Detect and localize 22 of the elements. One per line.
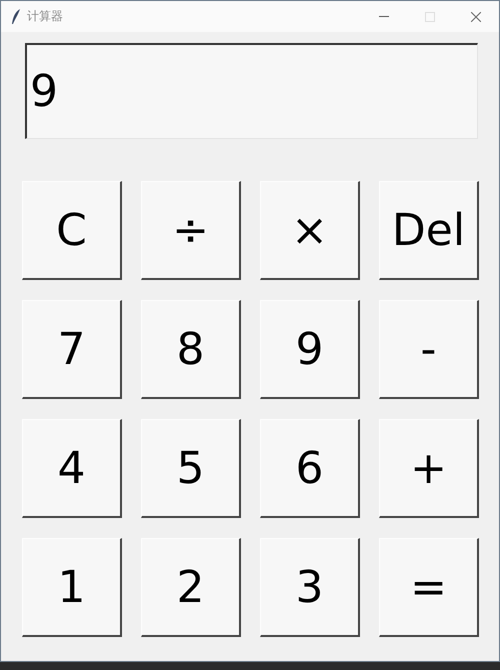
window-title: 计算器 [27,8,64,25]
calculator-key[interactable]: + [379,419,479,518]
calculator-key[interactable]: 4 [22,419,122,518]
calculator-key[interactable]: × [260,181,360,280]
display-field[interactable]: 9 [25,43,478,139]
feather-icon [11,8,21,24]
calculator-key[interactable]: 9 [260,300,360,399]
calculator-key[interactable]: 5 [141,419,241,518]
calculator-key[interactable]: 8 [141,300,241,399]
calculator-key[interactable]: 3 [260,538,360,637]
calculator-key[interactable]: 7 [22,300,122,399]
minimize-icon [379,16,389,18]
calculator-key[interactable]: 1 [22,538,122,637]
calculator-key[interactable]: ÷ [141,181,241,280]
calculator-key[interactable]: 6 [260,419,360,518]
calculator-key[interactable]: = [379,538,479,637]
calculator-key[interactable]: Del [379,181,479,280]
calculator-key[interactable]: C [22,181,122,280]
maximize-icon [425,12,435,22]
close-icon [471,12,481,22]
calculator-key[interactable]: - [379,300,479,399]
calculator-key[interactable]: 2 [141,538,241,637]
